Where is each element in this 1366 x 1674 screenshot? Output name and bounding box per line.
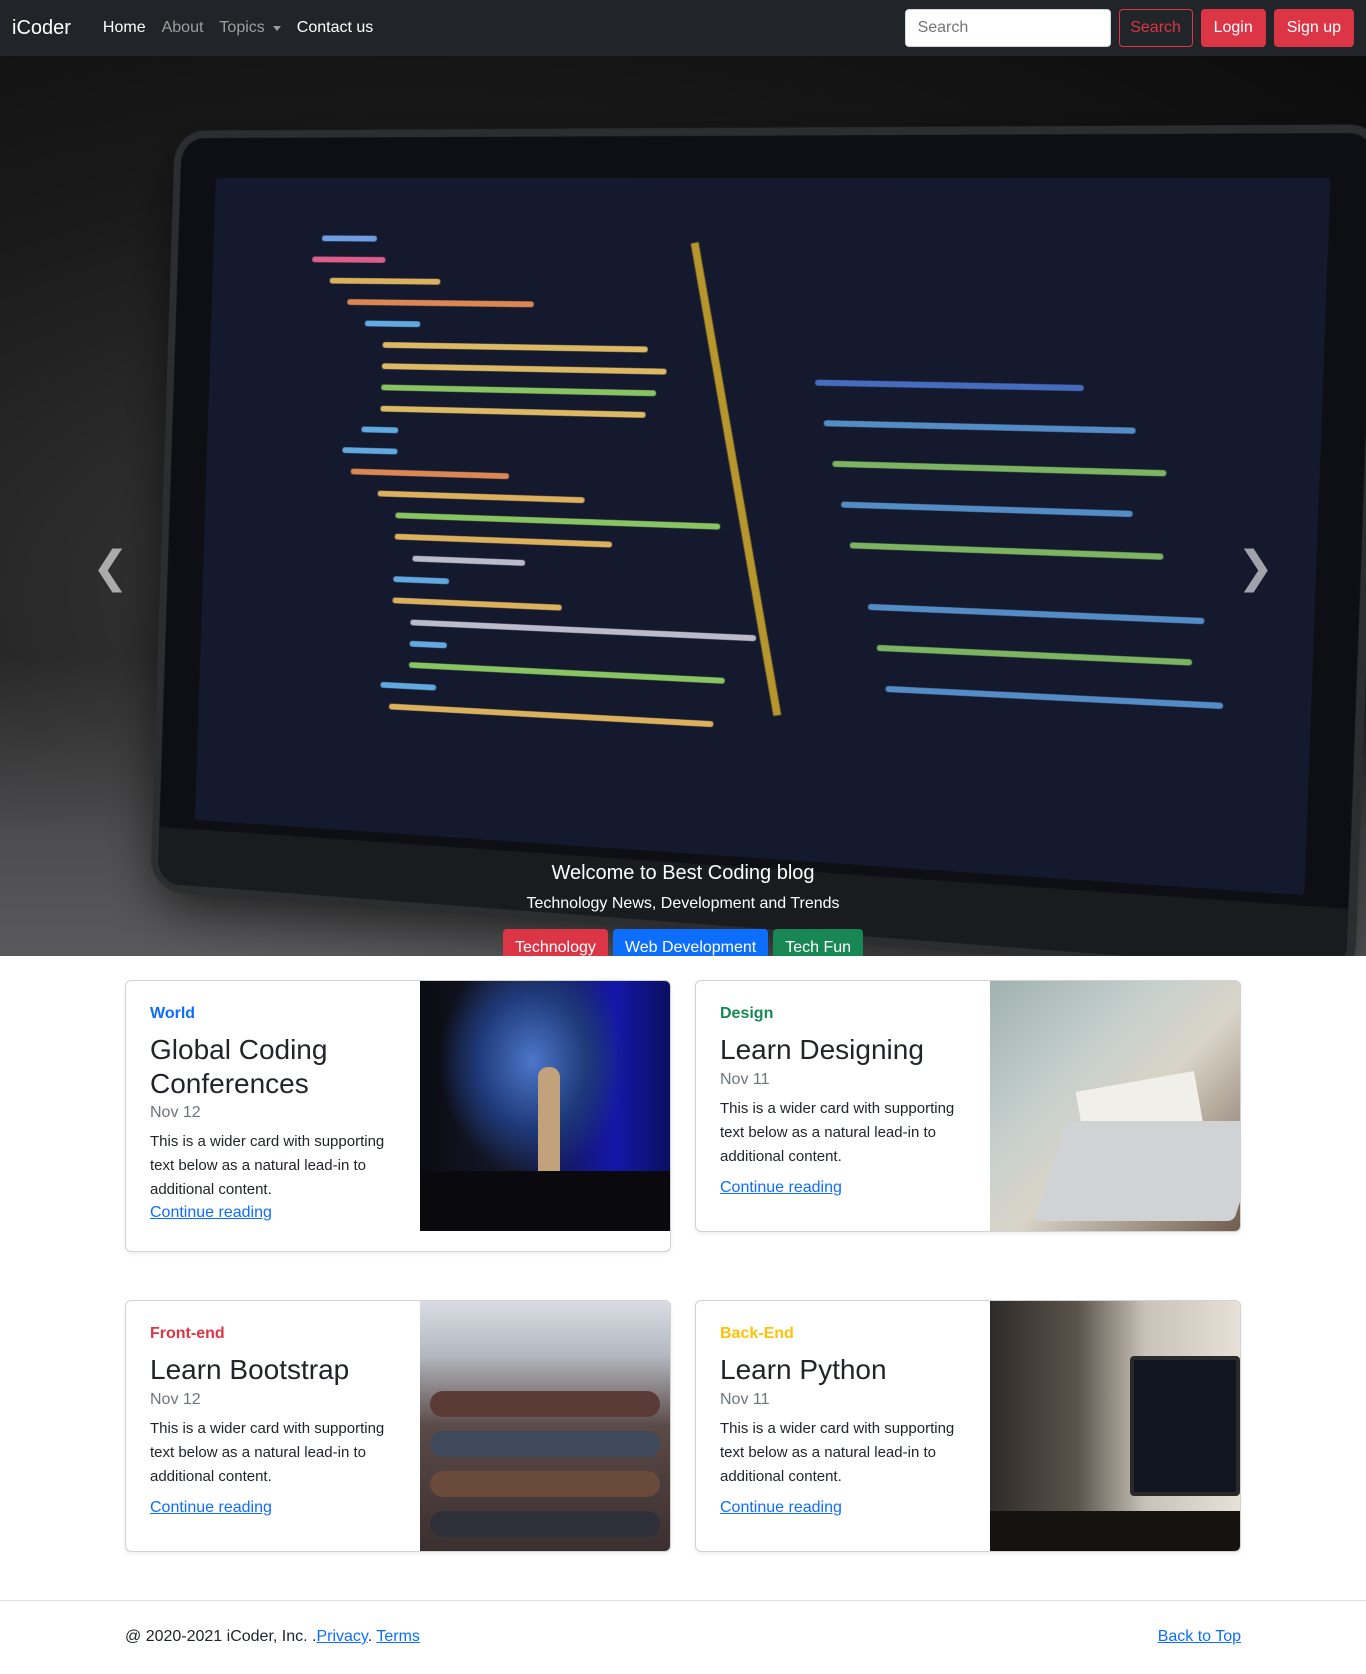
navbar: iCoder Home About Topics Contact us Sear… (0, 0, 1366, 56)
editor-divider (690, 242, 782, 717)
card-date: Nov 12 (150, 1390, 201, 1408)
nav-about[interactable]: About (162, 19, 204, 37)
footer-divider (0, 1600, 1366, 1601)
continue-reading-link[interactable]: Continue reading (720, 1179, 842, 1197)
continue-reading-link[interactable]: Continue reading (150, 1499, 272, 1517)
nav-actions: Search Login Sign up (904, 9, 1354, 47)
nav-topics-dropdown[interactable]: Topics (219, 19, 281, 37)
copyright-text: @ 2020-2021 iCoder, Inc. . (125, 1628, 317, 1645)
footer-copyright-line: @ 2020-2021 iCoder, Inc. .Privacy. Terms (125, 1628, 420, 1646)
card-backend: Back-End Learn Python Nov 11 This is a w… (695, 1300, 1241, 1552)
technology-button[interactable]: Technology (502, 929, 608, 956)
nav-topics-label: Topics (219, 19, 265, 36)
card-date: Nov 12 (150, 1104, 201, 1122)
hero-laptop-image (157, 132, 1366, 956)
card-body: Back-End Learn Python Nov 11 This is a w… (696, 1301, 992, 1541)
python-laptop-image (990, 1301, 1240, 1551)
search-button[interactable]: Search (1118, 9, 1193, 47)
carousel-prev-icon[interactable]: ❮ (92, 546, 129, 590)
card-category: Back-End (720, 1325, 794, 1342)
login-button[interactable]: Login (1200, 9, 1266, 47)
card-design: Design Learn Designing Nov 11 This is a … (695, 980, 1241, 1232)
design-image (990, 981, 1240, 1231)
audience-image (420, 1301, 670, 1551)
card-date: Nov 11 (720, 1390, 770, 1408)
card-world: World Global Coding Conferences Nov 12 T… (125, 980, 671, 1252)
card-body: Front-end Learn Bootstrap Nov 12 This is… (126, 1301, 422, 1541)
brand-logo[interactable]: iCoder (12, 17, 71, 40)
card-date: Nov 11 (720, 1070, 770, 1088)
card-category: Front-end (150, 1325, 225, 1342)
card-body: Design Learn Designing Nov 11 This is a … (696, 981, 992, 1221)
hero-caption: Welcome to Best Coding blog Technology N… (0, 862, 1366, 956)
nav-links: Home About Topics Contact us (95, 19, 381, 37)
card-text: This is a wider card with supporting tex… (150, 1133, 385, 1199)
terms-link[interactable]: Terms (376, 1628, 420, 1645)
nav-home[interactable]: Home (103, 19, 146, 37)
card-title: Learn Python (720, 1354, 887, 1385)
card-category: Design (720, 1005, 774, 1022)
continue-reading-link[interactable]: Continue reading (720, 1499, 842, 1517)
card-body: World Global Coding Conferences Nov 12 T… (126, 981, 422, 1246)
hero-buttons: Technology Web Development Tech Fun (0, 929, 1366, 956)
card-title: Learn Bootstrap (150, 1354, 350, 1385)
search-input[interactable] (904, 9, 1111, 47)
web-development-button[interactable]: Web Development (612, 929, 769, 956)
conference-image (420, 981, 670, 1231)
card-text: This is a wider card with supporting tex… (720, 1419, 955, 1485)
carousel-next-icon[interactable]: ❯ (1237, 546, 1274, 590)
tech-fun-button[interactable]: Tech Fun (773, 929, 864, 956)
card-title: Global Coding Conferences (150, 1034, 328, 1099)
hero-title: Welcome to Best Coding blog (551, 862, 815, 884)
hero-carousel: ❮ ❯ Welcome to Best Coding blog Technolo… (0, 56, 1366, 956)
card-frontend: Front-end Learn Bootstrap Nov 12 This is… (125, 1300, 671, 1552)
signup-button[interactable]: Sign up (1273, 9, 1354, 47)
back-to-top-link[interactable]: Back to Top (1158, 1628, 1241, 1646)
hero-subtitle: Technology News, Development and Trends (526, 895, 840, 912)
card-title: Learn Designing (720, 1034, 924, 1065)
privacy-link[interactable]: Privacy (316, 1628, 367, 1645)
code-editor-screen (194, 177, 1331, 896)
card-category: World (150, 1005, 196, 1022)
nav-contact[interactable]: Contact us (297, 19, 373, 37)
card-text: This is a wider card with supporting tex… (150, 1419, 385, 1485)
footer: @ 2020-2021 iCoder, Inc. .Privacy. Terms… (125, 1628, 1241, 1646)
continue-reading-link[interactable]: Continue reading (150, 1204, 272, 1222)
card-text: This is a wider card with supporting tex… (720, 1099, 955, 1165)
chevron-down-icon (272, 25, 281, 31)
